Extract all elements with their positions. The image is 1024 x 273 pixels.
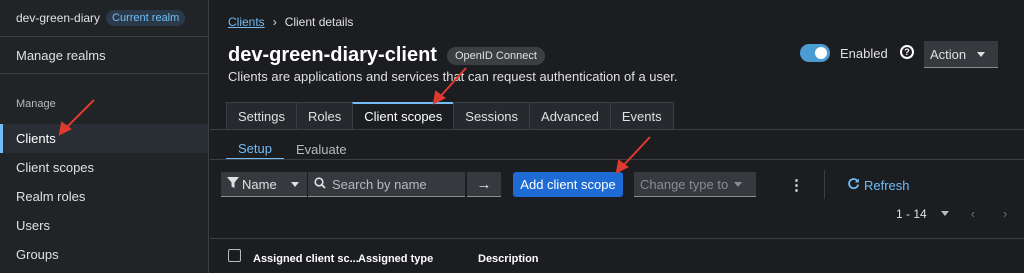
tab-settings[interactable]: Settings — [226, 102, 297, 130]
sidebar: dev-green-diary Current realm Manage rea… — [0, 0, 209, 273]
breadcrumb: Clients › Client details — [228, 15, 353, 29]
help-icon[interactable]: ? — [900, 45, 914, 59]
page-subtitle: Clients are applications and services th… — [228, 69, 678, 84]
search-box — [308, 172, 465, 197]
sidebar-divider — [0, 73, 208, 74]
change-type-label: Change type to — [640, 176, 729, 192]
breadcrumb-separator-icon: › — [272, 15, 277, 29]
search-icon — [314, 176, 326, 192]
filter-label: Name — [242, 176, 277, 192]
pagination-range[interactable]: 1 - 14 — [896, 207, 927, 221]
enabled-switch[interactable]: Enabled — [800, 44, 888, 62]
toolbar-divider — [824, 170, 825, 199]
main-content: Clients › Client details dev-green-diary… — [210, 0, 1024, 273]
sidebar-item-users[interactable]: Users — [0, 211, 208, 240]
change-type-dropdown[interactable]: Change type to — [634, 172, 756, 197]
subtabs-divider — [210, 159, 1024, 160]
refresh-button[interactable]: Refresh — [847, 177, 910, 193]
sidebar-item-realm-roles[interactable]: Realm roles — [0, 182, 208, 211]
column-assigned-type[interactable]: Assigned type — [358, 253, 433, 265]
sidebar-nav: Clients Client scopes Realm roles Users … — [0, 124, 208, 269]
realm-selector[interactable]: dev-green-diary Current realm — [0, 0, 208, 36]
column-assigned-client-scope[interactable]: Assigned client sc... — [253, 253, 359, 265]
add-client-scope-button[interactable]: Add client scope — [513, 172, 623, 197]
manage-realms-link[interactable]: Manage realms — [0, 37, 208, 73]
tab-roles[interactable]: Roles — [295, 102, 354, 130]
breadcrumb-clients-link[interactable]: Clients — [228, 15, 265, 29]
tabs-divider — [210, 129, 1024, 130]
search-submit-button[interactable]: → — [467, 172, 501, 197]
action-label: Action — [930, 46, 967, 62]
chevron-left-icon[interactable]: ‹ — [971, 206, 975, 221]
subtab-evaluate[interactable]: Evaluate — [284, 138, 359, 160]
caret-down-icon[interactable] — [940, 211, 949, 216]
refresh-icon — [847, 177, 860, 193]
tab-sessions[interactable]: Sessions — [453, 102, 531, 130]
search-input[interactable] — [332, 176, 457, 192]
client-tabs: Settings Roles Client scopes Sessions Ad… — [226, 102, 674, 130]
enabled-toggle[interactable] — [800, 44, 830, 62]
caret-down-icon — [291, 182, 299, 187]
caret-down-icon — [977, 52, 985, 57]
tab-client-scopes[interactable]: Client scopes — [352, 102, 455, 130]
breadcrumb-current: Client details — [284, 15, 354, 29]
sidebar-item-clients[interactable]: Clients — [0, 124, 208, 153]
subtab-setup[interactable]: Setup — [226, 138, 284, 160]
sidebar-item-client-scopes[interactable]: Client scopes — [0, 153, 208, 182]
realm-name: dev-green-diary — [16, 11, 101, 25]
filter-icon — [227, 176, 239, 192]
filter-dropdown[interactable]: Name — [221, 172, 307, 197]
chevron-right-icon[interactable]: › — [1003, 206, 1007, 221]
current-realm-badge: Current realm — [106, 10, 186, 26]
tab-advanced[interactable]: Advanced — [529, 102, 611, 130]
page-title: dev-green-diary-client — [228, 44, 437, 66]
enabled-label: Enabled — [840, 45, 888, 61]
select-all-checkbox[interactable] — [228, 249, 241, 262]
kebab-icon[interactable]: ⋮ — [789, 176, 804, 194]
action-dropdown[interactable]: Action — [924, 41, 998, 68]
protocol-badge: OpenID Connect — [446, 46, 545, 65]
sidebar-section-label: Manage — [16, 98, 56, 110]
sidebar-item-groups[interactable]: Groups — [0, 240, 208, 269]
pagination: 1 - 14 ‹ › — [896, 206, 1007, 221]
table-header: Assigned client sc... Assigned type Desc… — [210, 238, 1024, 273]
tab-events[interactable]: Events — [609, 102, 674, 130]
arrow-right-icon: → — [476, 175, 492, 193]
refresh-label: Refresh — [864, 177, 910, 193]
caret-down-icon — [734, 182, 742, 187]
client-scopes-subtabs: Setup Evaluate — [226, 138, 359, 160]
column-description: Description — [478, 253, 539, 265]
title-row: dev-green-diary-client OpenID Connect — [228, 44, 545, 67]
